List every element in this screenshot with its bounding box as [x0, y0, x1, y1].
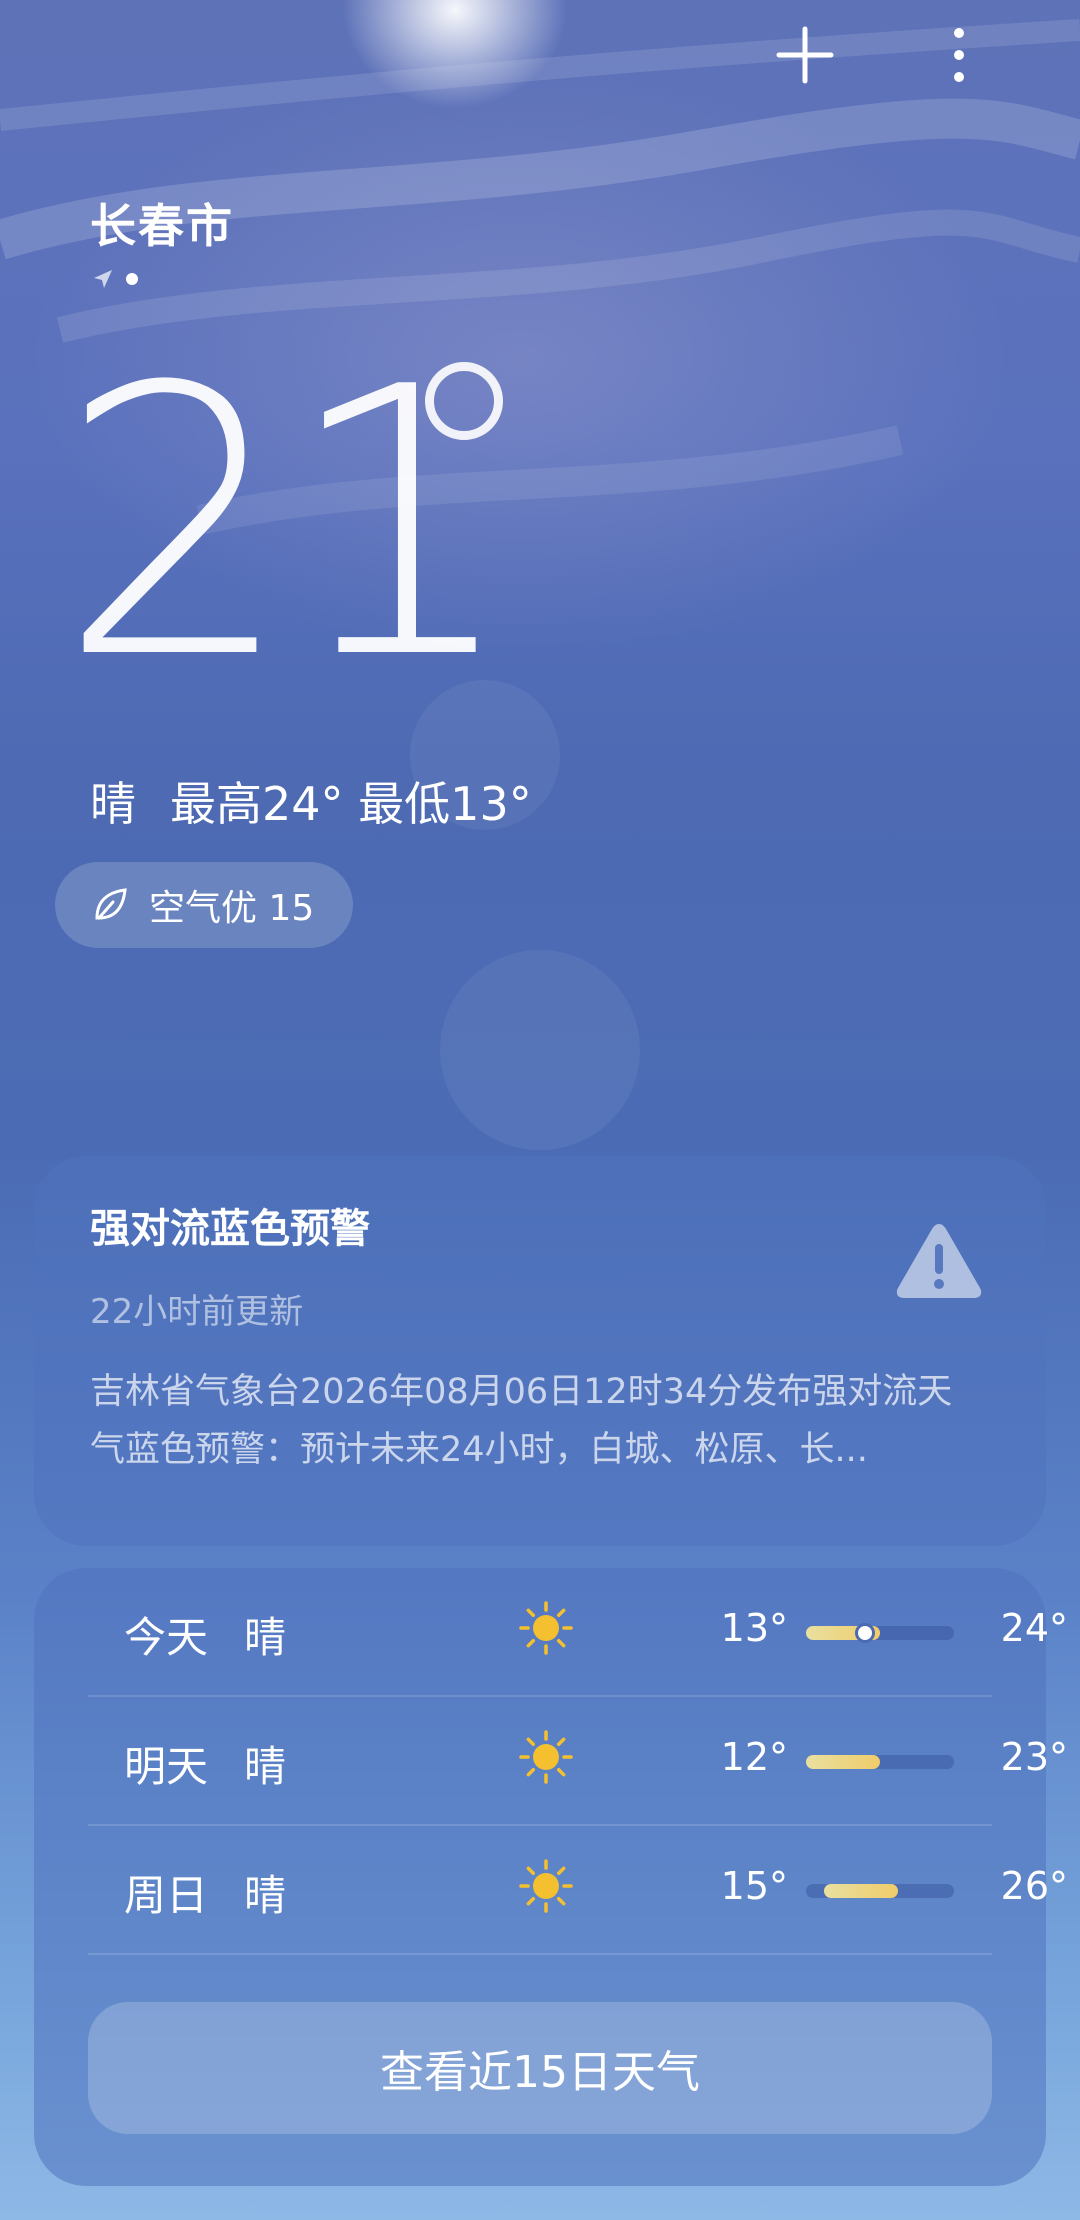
- location-arrow-icon: [94, 270, 112, 288]
- alert-title: 强对流蓝色预警: [90, 1206, 370, 1252]
- high-temp: 最高24°: [170, 777, 344, 831]
- temp-range: 最高24° 最低13°: [170, 768, 532, 834]
- forecast-high: 26°: [1000, 1864, 1068, 1908]
- city-page-indicator: [92, 268, 138, 290]
- forecast-row[interactable]: 明天 晴 12° 23°: [88, 1697, 1068, 1826]
- current-condition-line: 晴 最高24° 最低13°: [90, 768, 532, 834]
- sun-icon: [518, 1729, 574, 1789]
- forecast-condition: 晴: [244, 1742, 287, 1791]
- temp-range-fill: [823, 1884, 898, 1898]
- leaf-icon: [95, 888, 127, 920]
- warning-triangle-icon: [896, 1224, 982, 1298]
- forecast-high: 24°: [1000, 1606, 1068, 1650]
- alert-updated: 22小时前更新: [90, 1292, 304, 1332]
- air-quality-pill[interactable]: 空气优 15: [55, 862, 353, 948]
- lens-flare: [440, 950, 640, 1150]
- city-name[interactable]: 长春市: [90, 190, 234, 256]
- temp-range-bar: [806, 1623, 954, 1643]
- more-options-button[interactable]: [924, 20, 994, 90]
- forecast-low: 12°: [720, 1735, 788, 1779]
- forecast-low: 15°: [720, 1864, 788, 1908]
- daily-forecast-card: 今天 晴 13° 24° 明天 晴 12° 23° 周日 晴 15° 26° 查…: [34, 1568, 1068, 2186]
- low-temp: 最低13°: [358, 777, 532, 831]
- plus-icon: [776, 26, 834, 84]
- forecast-low: 13°: [720, 1606, 788, 1650]
- temp-range-bar: [806, 1755, 954, 1769]
- sun-icon: [518, 1600, 574, 1660]
- page-dot-active: [126, 273, 138, 285]
- temp-range-fill: [806, 1755, 880, 1769]
- forecast-day: 明天: [124, 1742, 209, 1791]
- weather-alert-card[interactable]: 强对流蓝色预警 22小时前更新 吉林省气象台2026年08月06日12时34分发…: [34, 1156, 1046, 1546]
- alert-body: 吉林省气象台2026年08月06日12时34分发布强对流天气蓝色预警：预计未来2…: [90, 1372, 953, 1470]
- temp-range-bar: [806, 1884, 954, 1898]
- forecast-day: 今天: [124, 1613, 209, 1662]
- forecast-row[interactable]: 今天 晴 13° 24°: [88, 1568, 1068, 1697]
- forecast-day: 周日: [124, 1871, 209, 1920]
- degree-symbol: [425, 362, 503, 440]
- more-vertical-icon: [954, 28, 964, 82]
- sun-icon: [518, 1858, 574, 1918]
- forecast-condition: 晴: [244, 1613, 287, 1662]
- current-condition: 晴: [90, 777, 136, 831]
- current-temp-marker: [854, 1623, 875, 1643]
- forecast-condition: 晴: [244, 1871, 287, 1920]
- view-15-day-forecast-button[interactable]: 查看近15日天气: [88, 2002, 992, 2134]
- air-quality-label: 空气优 15: [149, 888, 315, 929]
- forecast-row[interactable]: 周日 晴 15° 26°: [88, 1826, 1068, 1955]
- forecast-high: 23°: [1000, 1735, 1068, 1779]
- add-city-button[interactable]: [770, 20, 840, 90]
